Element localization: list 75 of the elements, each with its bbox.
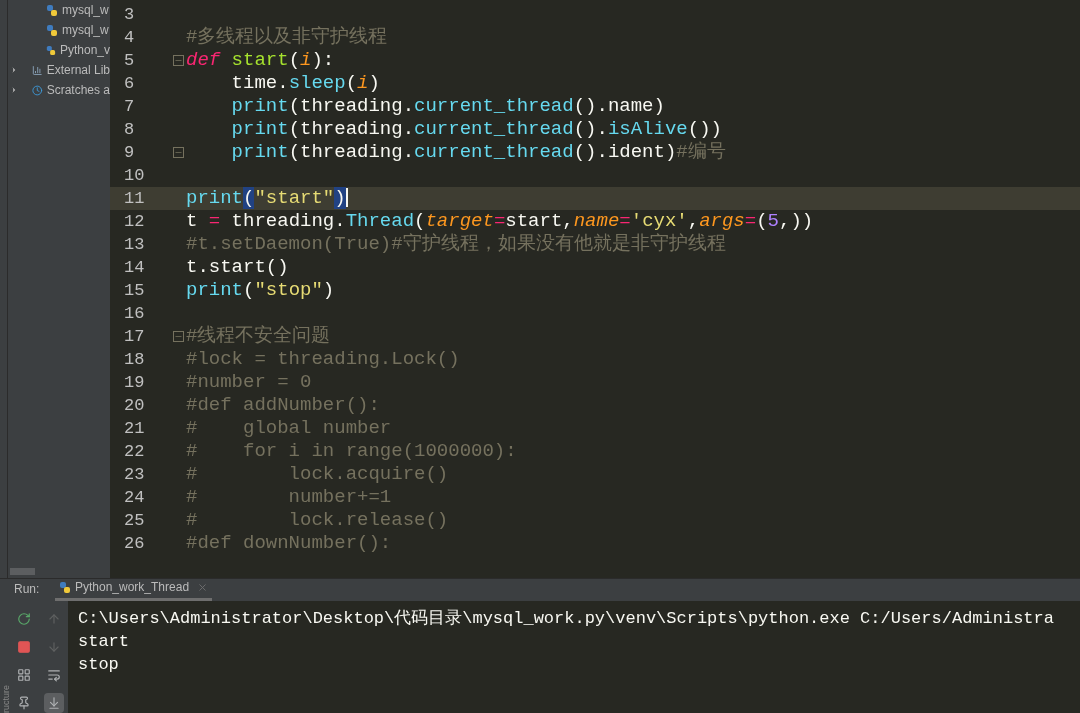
code-line: # global number: [186, 417, 392, 440]
line-number: 23: [123, 464, 146, 486]
code-line: print("start"): [186, 187, 348, 210]
console-line: start: [78, 631, 130, 653]
code-line: def start(i):: [186, 49, 335, 72]
rerun-icon: [17, 612, 31, 626]
line-number: 25: [123, 510, 146, 532]
code-line: #多线程以及非守护线程: [186, 26, 388, 49]
python-file-icon: [46, 23, 58, 37]
line-number: 19: [123, 372, 146, 394]
code-line: #def downNumber():: [186, 532, 392, 555]
line-number: 26: [123, 533, 146, 555]
stop-icon: [17, 640, 31, 654]
code-line: #def addNumber():: [186, 394, 380, 417]
line-number: 22: [123, 441, 146, 463]
line-number: 13: [123, 234, 146, 256]
run-label: Run:: [13, 581, 41, 598]
line-number: 3: [123, 4, 136, 26]
line-number: 16: [123, 303, 146, 325]
code-line: t.start(): [186, 256, 289, 279]
line-number: 10: [123, 165, 146, 187]
line-number: 14: [123, 257, 146, 279]
fold-marker-icon[interactable]: [173, 331, 184, 342]
code-line: print(threading.current_thread().ident)#编号: [230, 141, 726, 164]
project-tree-item[interactable]: Python_v: [8, 40, 110, 60]
code-line: #number = 0: [186, 371, 312, 394]
scroll-to-end-icon: [47, 696, 61, 710]
code-line: print("stop"): [186, 279, 335, 302]
line-number: 9: [123, 142, 136, 164]
code-line: t = threading.Thread(target=start,name='cyx',args=(5,)): [186, 210, 814, 233]
code-line: # for i in range(1000000):: [186, 440, 517, 463]
line-number: 8: [123, 119, 136, 141]
library-icon: [32, 63, 43, 77]
pin-icon: [17, 696, 31, 710]
code-line: print(threading.current_thread().isAlive()): [230, 118, 722, 141]
python-file-icon: [46, 3, 58, 17]
run-toolbar-button[interactable]: [44, 693, 64, 713]
line-number: 17: [123, 326, 146, 348]
line-number: 11: [123, 188, 146, 210]
code-line: #lock = threading.Lock(): [186, 348, 460, 371]
code-line: # lock.acquire(): [186, 463, 449, 486]
project-tree-item[interactable]: Scratches a: [8, 80, 110, 100]
down-arrow-icon: [47, 640, 61, 654]
python-file-icon: [46, 43, 56, 57]
structure-tab[interactable]: ructure: [0, 685, 8, 713]
scrollbar-thumb[interactable]: [10, 568, 35, 575]
code-line: # number+=1: [186, 486, 392, 509]
code-line: time.sleep(i): [230, 72, 380, 95]
soft-wrap-icon: [47, 668, 61, 682]
fold-marker-icon[interactable]: [173, 147, 184, 158]
code-line: #线程不安全问题: [186, 325, 331, 348]
scratches-icon: [32, 83, 43, 97]
code-line: print(threading.current_thread().name): [230, 95, 665, 118]
line-number: 12: [123, 211, 146, 233]
fold-marker-icon[interactable]: [173, 55, 184, 66]
line-number: 7: [123, 96, 136, 118]
project-tree-item[interactable]: mysql_w: [8, 20, 110, 40]
code-line: # lock.release(): [186, 509, 449, 532]
line-number: 24: [123, 487, 146, 509]
line-number: 18: [123, 349, 146, 371]
line-number: 15: [123, 280, 146, 302]
line-number: 20: [123, 395, 146, 417]
console-line: stop: [78, 654, 120, 676]
close-icon[interactable]: [197, 581, 209, 593]
code-line: #t.setDaemon(True)#守护线程，如果没有他就是非守护线程: [186, 233, 726, 256]
line-number: 21: [123, 418, 146, 440]
console-line: C:\Users\Administrator\Desktop\代码目录\mysql_work.py\venv\Scripts\python.exe C:/Users/Administra: [78, 608, 1055, 630]
project-tree-item[interactable]: External Lib: [8, 60, 110, 80]
layout-icon: [17, 668, 31, 682]
up-arrow-icon: [47, 612, 61, 626]
python-file-icon: [59, 580, 71, 594]
line-number: 4: [123, 27, 136, 49]
line-number: 6: [123, 73, 136, 95]
project-tree-item[interactable]: mysql_w: [8, 0, 110, 20]
line-number: 5: [123, 50, 136, 72]
